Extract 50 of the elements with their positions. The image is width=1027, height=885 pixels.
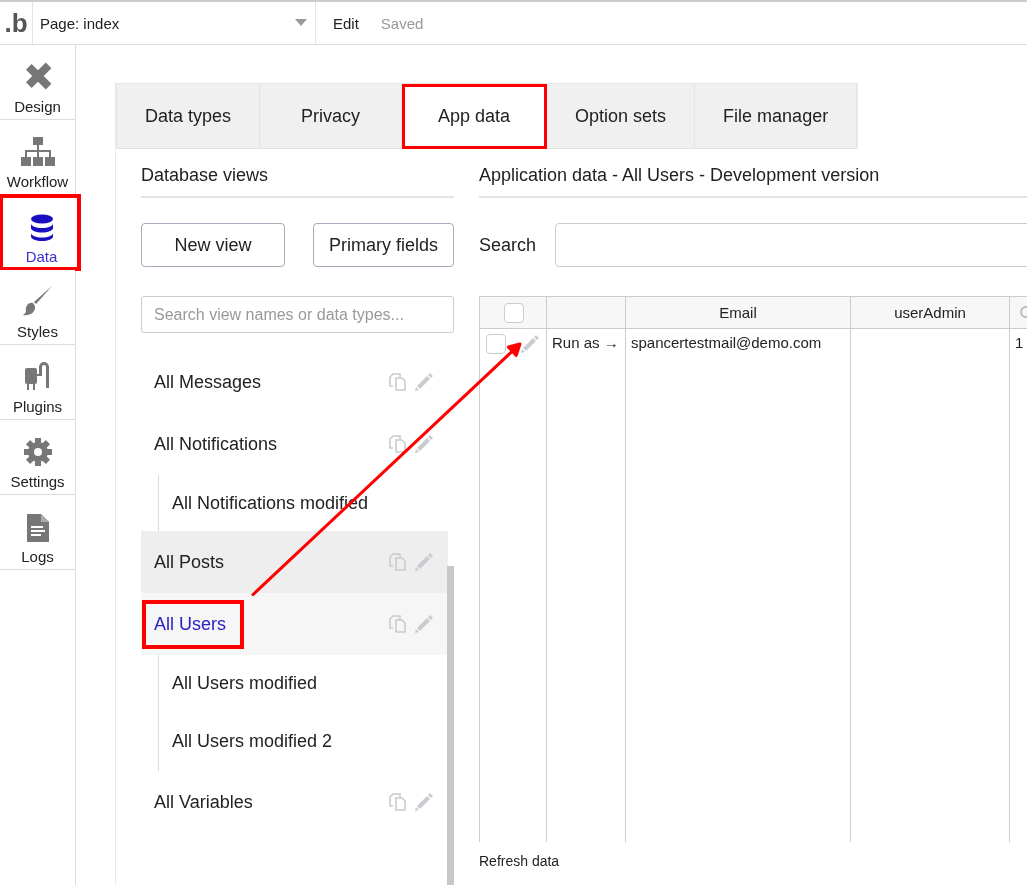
view-name: All Posts — [154, 550, 225, 574]
tab[interactable]: Option sets — [547, 84, 696, 149]
tab[interactable]: Data types — [117, 84, 261, 149]
search-label: Search — [479, 234, 537, 256]
paintbrush-icon — [21, 285, 54, 317]
tab[interactable]: App data — [402, 84, 548, 149]
org-chart-icon — [20, 137, 55, 167]
save-status: Saved — [380, 14, 424, 32]
pencil-icon — [414, 372, 434, 392]
tab[interactable]: File manager — [695, 84, 858, 149]
column-header[interactable]: Email — [625, 296, 851, 329]
section-title: Database views — [141, 148, 454, 198]
column-header[interactable]: userAdmin — [850, 296, 1010, 329]
view-item[interactable]: All Variables — [141, 771, 448, 833]
run-as-link[interactable]: Run as → — [552, 334, 619, 351]
search-icon — [1018, 306, 1027, 318]
nav-item[interactable]: Data — [0, 195, 80, 270]
table-cell: spancertestmail@demo.com — [631, 334, 822, 351]
edit-menu[interactable]: Edit — [333, 14, 359, 32]
caret-icon — [295, 19, 307, 27]
view-item[interactable]: All Users modified — [159, 655, 448, 711]
tab[interactable]: Privacy — [260, 84, 403, 149]
primary-fields-button[interactable]: Primary fields — [312, 223, 454, 267]
checkbox[interactable] — [503, 302, 524, 323]
new-view-button[interactable]: New view — [141, 223, 285, 267]
document-icon — [26, 514, 49, 542]
view-item[interactable]: All Users modified 2 — [159, 711, 448, 771]
pencil-icon — [414, 792, 434, 812]
view-item[interactable]: All Notifications — [141, 413, 448, 475]
checkbox[interactable] — [486, 334, 506, 354]
pencil-icon — [520, 334, 540, 354]
pencil-icon — [414, 552, 434, 572]
view-name: All Users — [142, 599, 244, 649]
table-cell: 1 — [1015, 334, 1024, 351]
search-field[interactable]: Search view names or data types... — [141, 296, 454, 333]
nav-item[interactable]: Styles — [0, 270, 75, 345]
view-name: All Notifications — [154, 432, 278, 456]
database-icon — [29, 214, 54, 242]
view-item[interactable]: All Users — [141, 593, 448, 655]
search-field[interactable] — [555, 223, 1027, 267]
view-name: All Variables — [154, 790, 253, 814]
section-title: Application data - All Users - Development version — [479, 148, 1027, 198]
refresh-data-link[interactable]: Refresh data — [479, 853, 1027, 869]
view-item[interactable]: All Posts — [141, 531, 448, 593]
pencil-icon — [414, 434, 434, 454]
scrollbar[interactable] — [447, 566, 454, 885]
view-name: All Messages — [154, 370, 262, 394]
pencil-icon — [414, 614, 434, 634]
view-item[interactable]: All Messages — [141, 351, 448, 413]
settings-icon — [22, 437, 53, 467]
